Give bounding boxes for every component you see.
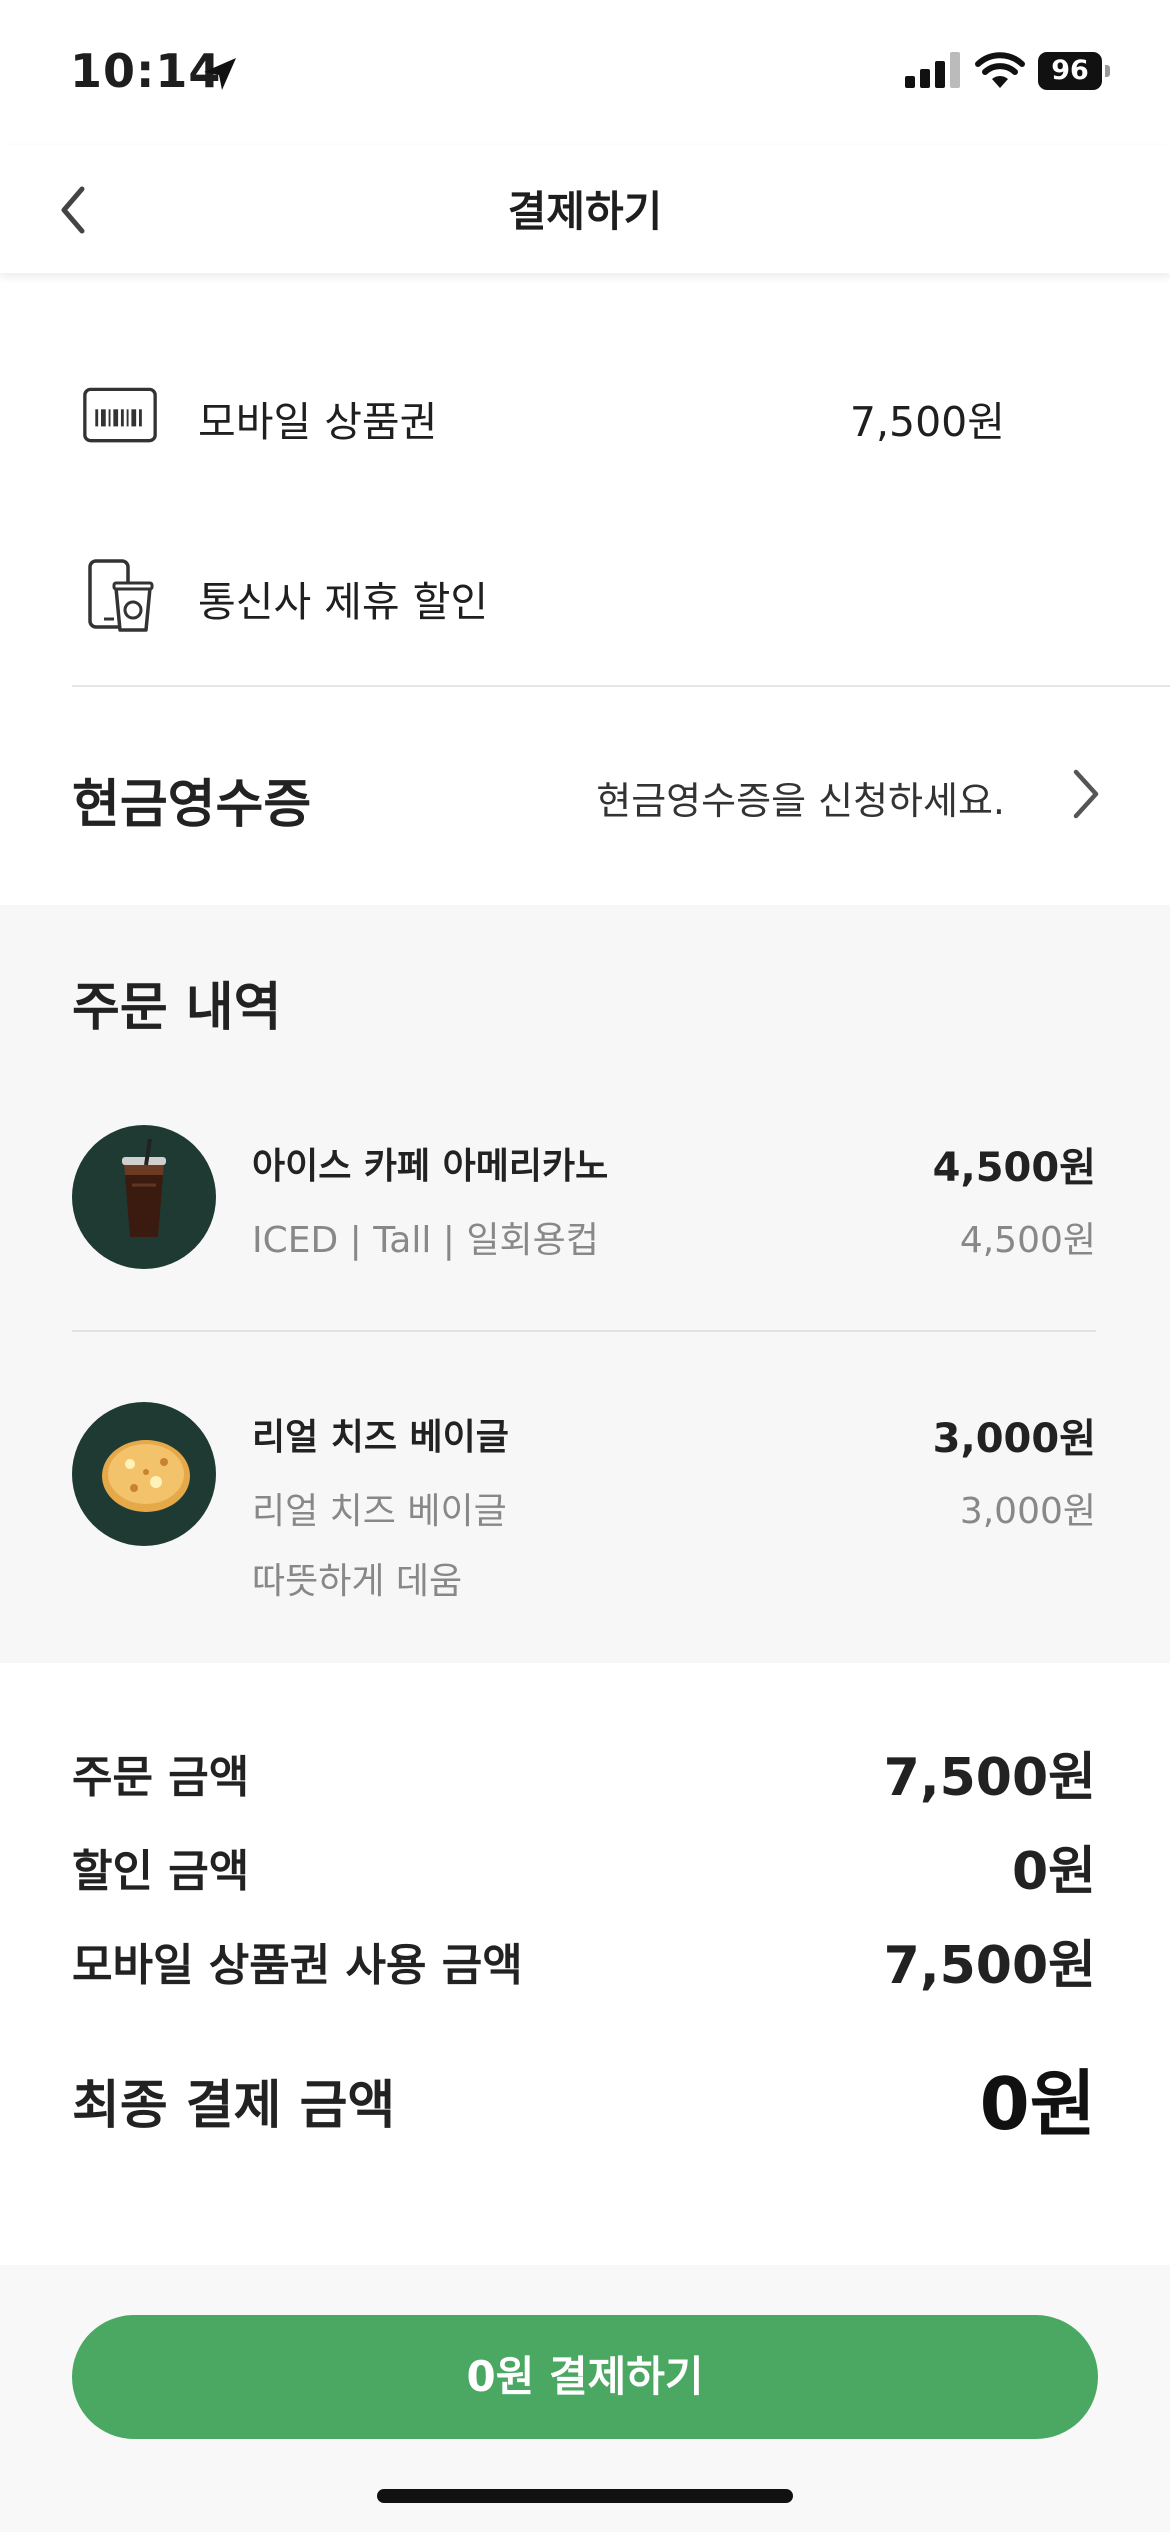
- cash-receipt-row[interactable]: 현금영수증 현금영수증을 신청하세요.: [0, 700, 1170, 890]
- payment-option-telecom-discount[interactable]: 통신사 제휴 할인: [0, 520, 1170, 670]
- divider: [72, 685, 1170, 687]
- chevron-right-icon: [1073, 769, 1099, 819]
- final-amount-label: 최종 결제 금액: [72, 2076, 396, 2136]
- home-indicator: [377, 2489, 793, 2503]
- pay-button[interactable]: 0원 결제하기: [72, 2315, 1098, 2439]
- payment-option-label: 통신사 제휴 할인: [198, 578, 489, 626]
- order-amount-value: 7,500원: [883, 1748, 1096, 1808]
- divider: [72, 1330, 1096, 1332]
- discount-amount-value: 0원: [1011, 1842, 1096, 1902]
- cash-receipt-hint: 현금영수증을 신청하세요.: [596, 779, 1005, 823]
- item-extra-option: 따뜻하게 데움: [252, 1561, 463, 1602]
- order-amount-label: 주문 금액: [72, 1752, 250, 1803]
- gift-card-amount-value: 7,500원: [883, 1936, 1096, 1996]
- battery-level: 96: [1038, 52, 1102, 90]
- barcode-card-icon: [83, 387, 157, 443]
- item-unit-price: 4,500원: [959, 1220, 1096, 1261]
- item-options: 리얼 치즈 베이글: [252, 1491, 507, 1532]
- status-time: 10:14: [70, 44, 222, 98]
- payment-summary: 주문 금액 7,500원 할인 금액 0원 모바일 상품권 사용 금액 7,50…: [0, 1663, 1170, 2263]
- phone-cup-icon: [88, 559, 154, 632]
- order-item: 리얼 치즈 베이글 리얼 치즈 베이글 따뜻하게 데움 3,000원 3,000…: [0, 1402, 1170, 1622]
- payment-option-value: 7,500원: [849, 398, 1005, 446]
- item-name: 리얼 치즈 베이글: [252, 1417, 509, 1458]
- item-unit-price: 3,000원: [959, 1491, 1096, 1532]
- cellular-signal-icon: [905, 52, 965, 88]
- discount-amount-label: 할인 금액: [72, 1846, 250, 1897]
- payment-option-label: 모바일 상품권: [198, 398, 438, 446]
- product-image-cheese-bagel: [72, 1402, 216, 1546]
- battery-icon: 96: [1038, 52, 1110, 90]
- location-arrow-icon: [204, 58, 236, 90]
- cash-receipt-label: 현금영수증: [72, 775, 312, 835]
- order-section: 주문 내역 아이스 카페 아메리카노 ICED | Tall | 일회용컵 4,…: [0, 905, 1170, 1663]
- item-options: ICED | Tall | 일회용컵: [252, 1220, 599, 1261]
- product-image-iced-americano: [72, 1125, 216, 1269]
- final-amount-value: 0원: [979, 2062, 1096, 2146]
- order-item: 아이스 카페 아메리카노 ICED | Tall | 일회용컵 4,500원 4…: [0, 1125, 1170, 1285]
- gift-card-amount-label: 모바일 상품권 사용 금액: [72, 1940, 523, 1991]
- order-section-title: 주문 내역: [72, 978, 282, 1038]
- payment-option-gift-card[interactable]: 모바일 상품권 7,500원: [0, 340, 1170, 490]
- wifi-icon: [975, 52, 1025, 88]
- nav-header: 결제하기: [0, 145, 1170, 273]
- status-bar: 10:14 96: [0, 0, 1170, 145]
- page-title: 결제하기: [507, 187, 663, 236]
- item-price: 3,000원: [932, 1416, 1096, 1462]
- item-price: 4,500원: [932, 1145, 1096, 1191]
- item-name: 아이스 카페 아메리카노: [252, 1146, 609, 1187]
